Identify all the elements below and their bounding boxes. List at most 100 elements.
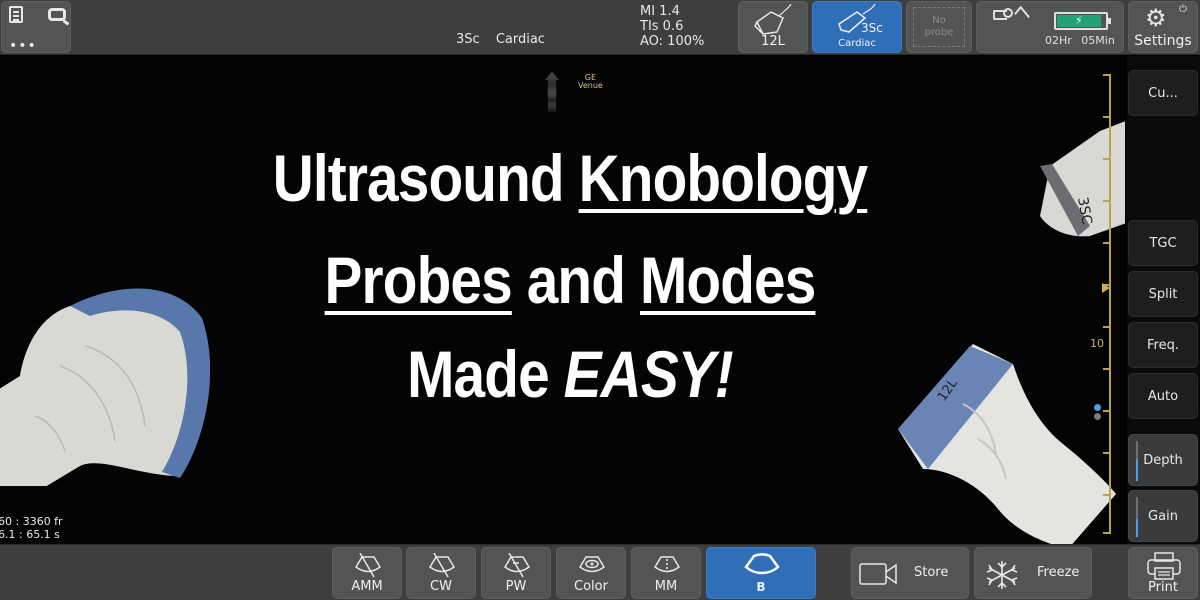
title-text-easy: EASY! <box>563 337 734 411</box>
auto-button[interactable]: Auto <box>1128 373 1198 419</box>
gear-icon: ⚙ <box>1145 4 1167 32</box>
freeze-button[interactable]: Freeze <box>974 547 1092 599</box>
mode-label: MM <box>654 579 678 594</box>
settings-button[interactable]: ⚙ ⏻ Settings <box>1128 1 1198 53</box>
pw-icon <box>504 553 530 578</box>
ultrasound-image-area[interactable]: GE Venue 3SC 12L Ultrasound Knobology Pr… <box>0 56 1125 544</box>
cine-counter: 60 : 3360 fr 6.1 : 65.1 s <box>0 515 63 541</box>
top-bar: ••• 3Sc Cardiac MI 1.4 TIs 0.6 AO: 100% … <box>0 0 1200 55</box>
active-probe-name: 3Sc <box>456 32 480 47</box>
snowflake-icon <box>986 561 1018 589</box>
gain-label: Gain <box>1148 508 1178 524</box>
depth-tick <box>1103 200 1110 202</box>
bottom-bar: AMM CW PW Color MM B Store Freeze Print <box>0 544 1200 600</box>
battery-hours: 02Hr <box>1045 34 1072 47</box>
mode-button-b[interactable]: B <box>706 547 816 599</box>
depth-tick <box>1103 494 1110 496</box>
focus-marker[interactable] <box>1102 283 1110 293</box>
title-text: Ultrasound <box>272 141 579 215</box>
depth-tick <box>1103 242 1110 244</box>
mode-label: PW <box>505 579 527 594</box>
acoustic-output-readout: MI 1.4 TIs 0.6 AO: 100% <box>640 4 704 49</box>
mode-button-mm[interactable]: MM <box>631 547 701 599</box>
cine-frames: 60 : 3360 fr <box>0 515 63 528</box>
depth-label: Depth <box>1143 452 1183 468</box>
gain-level-bar <box>1136 497 1138 537</box>
battery-time-remaining: 02Hr 05Min <box>1045 34 1115 47</box>
mode-label: AMM <box>351 579 383 594</box>
menu-button[interactable]: ••• <box>1 1 71 53</box>
probe-button-12l[interactable]: 12L <box>738 1 808 53</box>
depth-tick <box>1103 532 1110 534</box>
system-status-button[interactable]: ⚡ 02Hr 05Min <box>976 1 1124 53</box>
print-label: Print <box>1148 580 1178 595</box>
probe-orientation-icon <box>545 72 559 112</box>
depth-level-fill <box>1136 459 1138 481</box>
cursor-button[interactable]: Cu... <box>1128 70 1198 116</box>
title-line-1: Ultrasound Knobology <box>80 140 1060 216</box>
mode-button-color[interactable]: Color <box>556 547 626 599</box>
video-camera-icon <box>859 563 897 585</box>
brand-text: GE Venue <box>578 74 603 90</box>
title-text-probes: Probes <box>324 243 513 317</box>
focus-dot-inactive[interactable] <box>1094 413 1101 420</box>
color-doppler-icon <box>579 556 605 573</box>
title-line-2: Probes and Modes <box>80 242 1060 318</box>
plug-icon: ⚡ <box>1075 14 1083 27</box>
ge-venue-logo: GE Venue <box>540 72 620 112</box>
title-text-knobology: Knobology <box>578 141 868 215</box>
no-probe-placeholder: No probe <box>913 7 965 47</box>
depth-tick <box>1103 158 1110 160</box>
tgc-button[interactable]: TGC <box>1128 220 1198 266</box>
freq-button[interactable]: Freq. <box>1128 322 1198 368</box>
linear-probe-icon <box>754 4 792 35</box>
probe-slot-empty[interactable]: No probe <box>906 1 972 53</box>
depth-tick <box>1103 410 1110 412</box>
probe-preset: Cardiac <box>838 38 876 49</box>
no-probe-line1: No <box>932 15 946 26</box>
mode-button-amm[interactable]: AMM <box>332 547 402 599</box>
mi-value: MI 1.4 <box>640 4 680 19</box>
depth-level-bar <box>1136 441 1138 481</box>
depth-slider[interactable]: Depth <box>1128 434 1198 486</box>
depth-tick <box>1103 326 1110 328</box>
title-text: Made <box>407 337 564 411</box>
b-mode-icon <box>744 553 780 575</box>
depth-tick <box>1103 452 1110 454</box>
amm-icon <box>355 553 381 578</box>
title-line-3: Made EASY! <box>80 336 1060 412</box>
title-text-modes: Modes <box>639 243 816 317</box>
active-preset-name: Cardiac <box>495 32 545 47</box>
mode-button-pw[interactable]: PW <box>481 547 551 599</box>
depth-tick <box>1103 74 1110 76</box>
store-label: Store <box>914 565 949 580</box>
mode-label: B <box>756 580 766 594</box>
more-icon[interactable]: ••• <box>9 39 37 53</box>
mode-label: CW <box>430 579 452 594</box>
split-button[interactable]: Split <box>1128 271 1198 317</box>
search-icon[interactable] <box>48 8 66 21</box>
title-text: and <box>511 243 640 317</box>
ao-value: AO: 100% <box>640 34 705 49</box>
probe-name: 12L <box>761 34 785 49</box>
battery-minutes: 05Min <box>1081 34 1115 47</box>
printer-icon <box>1147 552 1181 580</box>
cine-time: 6.1 : 65.1 s <box>0 528 60 541</box>
depth-tick <box>1103 116 1110 118</box>
print-button[interactable]: Print <box>1128 547 1198 599</box>
battery-icon: ⚡ <box>1054 12 1111 30</box>
brand-line2: Venue <box>578 81 603 90</box>
mode-button-cw[interactable]: CW <box>406 547 476 599</box>
focus-dot-active[interactable] <box>1094 404 1101 411</box>
probe-button-3sc[interactable]: 3Sc Cardiac <box>812 1 902 53</box>
no-probe-line2: probe <box>924 27 954 38</box>
clipboard-icon[interactable] <box>9 6 23 23</box>
depth-label-10: 10 <box>1090 337 1104 350</box>
depth-axis <box>1109 74 1111 534</box>
wifi-off-icon <box>1014 5 1030 25</box>
power-icon[interactable]: ⏻ <box>1179 4 1187 15</box>
store-button[interactable]: Store <box>851 547 969 599</box>
network-icon <box>993 8 1013 20</box>
gain-slider[interactable]: Gain <box>1128 490 1198 542</box>
right-control-panel: Cu... TGC Split Freq. Auto Depth Gain <box>1126 56 1200 544</box>
